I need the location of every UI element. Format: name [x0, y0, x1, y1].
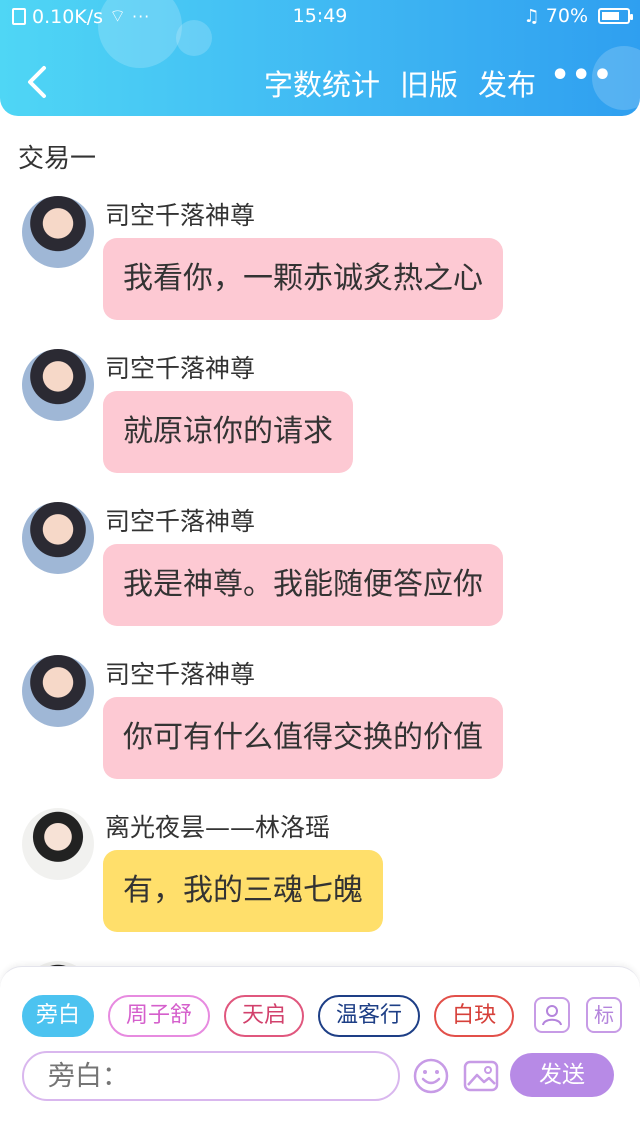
nav-bar: 字数统计 旧版 发布 •••	[0, 48, 640, 114]
back-button[interactable]	[22, 62, 56, 102]
status-bar: 0.10K/s ⌔ ··· 15:49 ♫ 70%	[0, 0, 640, 34]
composer-panel: 旁白 周子舒 天启 温客行 白玦 标 发送	[0, 966, 640, 1138]
message-bubble[interactable]: 就原谅你的请求	[103, 391, 353, 473]
alarm-icon: ♫	[523, 5, 540, 27]
role-chip-tianqi[interactable]: 天启	[224, 995, 305, 1037]
word-count-button[interactable]: 字数统计	[264, 62, 380, 104]
role-chip-narrator[interactable]: 旁白	[22, 995, 95, 1037]
message-bubble[interactable]: 有，我的三魂七魄	[103, 850, 383, 932]
emoji-button[interactable]	[412, 1057, 450, 1095]
avatar[interactable]	[22, 349, 94, 421]
app-header: 0.10K/s ⌔ ··· 15:49 ♫ 70% 字数统计 旧版 发布 •••	[0, 0, 640, 116]
role-chip-baijue[interactable]: 白玦	[434, 995, 515, 1037]
role-manage-button[interactable]	[534, 997, 570, 1033]
back-icon	[28, 66, 46, 98]
avatar[interactable]	[22, 196, 94, 268]
publish-button[interactable]: 发布	[478, 62, 536, 104]
chat-area[interactable]: 交易一 司空千落神尊 我看你，一颗赤诚炙热之心 司空千落神尊 就原谅你的请求 司…	[0, 116, 640, 976]
emoji-icon	[413, 1058, 449, 1094]
sender-name: 离光夜昙——林洛瑶	[105, 813, 331, 842]
more-menu-button[interactable]: •••	[550, 58, 614, 93]
role-selector: 旁白 周子舒 天启 温客行 白玦	[22, 995, 516, 1039]
old-version-button[interactable]: 旧版	[400, 62, 458, 104]
battery-percent: 70%	[545, 5, 588, 27]
send-button[interactable]: 发送	[510, 1053, 614, 1097]
battery-icon	[598, 8, 633, 24]
message-bubble[interactable]: 我看你，一颗赤诚炙热之心	[103, 238, 503, 320]
role-manage-icon	[542, 1005, 562, 1026]
scene-title: 交易一	[18, 144, 97, 174]
avatar[interactable]	[22, 655, 94, 727]
image-icon	[463, 1060, 499, 1092]
role-chip-wen-kexing[interactable]: 温客行	[318, 995, 421, 1037]
avatar[interactable]	[22, 808, 94, 880]
message-input[interactable]	[22, 1051, 400, 1101]
tag-button[interactable]: 标	[586, 997, 622, 1033]
sender-name: 司空千落神尊	[105, 660, 256, 689]
message-bubble[interactable]: 我是神尊。我能随便答应你	[103, 544, 503, 626]
sender-name: 司空千落神尊	[105, 201, 256, 230]
image-button[interactable]	[462, 1057, 500, 1095]
sender-name: 司空千落神尊	[105, 354, 256, 383]
avatar[interactable]	[22, 502, 94, 574]
sender-name: 司空千落神尊	[105, 507, 256, 536]
message-bubble[interactable]: 你可有什么值得交换的价值	[103, 697, 503, 779]
role-chip-zhou-zishu[interactable]: 周子舒	[108, 995, 211, 1037]
